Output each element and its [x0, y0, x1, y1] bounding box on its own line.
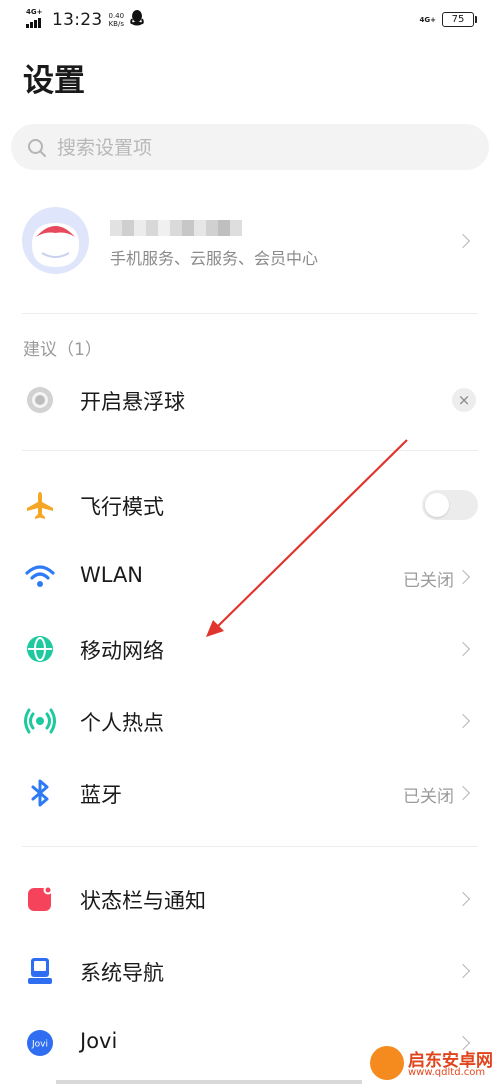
bluetooth-status: 已关闭	[403, 787, 454, 807]
clock: 13:23	[52, 10, 103, 30]
notification-icon	[24, 883, 56, 915]
search-bar[interactable]	[11, 124, 489, 172]
cellular-signal-icon: 4G+	[26, 9, 46, 31]
system-navigation-row[interactable]: 系统导航	[0, 940, 500, 1000]
status-bar-notification-label: 状态栏与通知	[80, 889, 206, 913]
close-icon[interactable]: ×	[452, 388, 476, 412]
divider	[22, 313, 478, 314]
search-icon	[27, 138, 47, 162]
chevron-right-icon	[455, 233, 471, 249]
account-card[interactable]: 手机服务、云服务、会员中心	[0, 190, 500, 300]
divider	[22, 450, 478, 451]
floating-ball-icon	[24, 384, 56, 416]
hotspot-icon	[24, 705, 56, 737]
system-navigation-label: 系统导航	[80, 961, 164, 985]
airplane-mode-row[interactable]: 飞行模式	[0, 474, 500, 534]
chevron-right-icon	[455, 641, 471, 657]
globe-icon	[24, 633, 56, 665]
suggestion-floating-ball[interactable]: 开启悬浮球 ×	[0, 369, 500, 429]
suggestion-label: 开启悬浮球	[80, 390, 185, 414]
wlan-label: WLAN	[80, 563, 144, 587]
watermark-logo-icon	[370, 1046, 404, 1080]
account-name-blurred	[110, 220, 242, 236]
airplane-mode-label: 飞行模式	[80, 495, 164, 519]
cellular-signal-right-icon: 4G+	[419, 15, 436, 24]
navigation-icon	[24, 955, 56, 987]
bluetooth-row[interactable]: 蓝牙 已关闭	[0, 762, 500, 822]
search-input[interactable]	[55, 124, 459, 172]
battery-icon: 75	[442, 12, 477, 27]
status-bar: 4G+ 13:23 0.40 KB/s 4G+ 75	[0, 0, 500, 40]
chevron-right-icon	[455, 713, 471, 729]
watermark-url: www.qdltd.com	[408, 1067, 486, 1078]
wlan-row[interactable]: WLAN 已关闭	[0, 546, 500, 606]
network-speed: 0.40 KB/s	[108, 12, 125, 28]
wlan-status: 已关闭	[403, 571, 454, 591]
wifi-icon	[24, 561, 56, 593]
qq-icon	[130, 10, 144, 30]
hotspot-row[interactable]: 个人热点	[0, 690, 500, 750]
status-left: 4G+ 13:23 0.40 KB/s	[26, 9, 144, 31]
jovi-label: Jovi	[80, 1029, 118, 1053]
mobile-network-row[interactable]: 移动网络	[0, 618, 500, 678]
suggestions-label: 建议（1）	[23, 340, 102, 360]
account-subtitle: 手机服务、云服务、会员中心	[110, 249, 319, 268]
chevron-right-icon	[455, 891, 471, 907]
page-title: 设置	[23, 63, 85, 99]
chevron-right-icon	[455, 963, 471, 979]
status-bar-notification-row[interactable]: 状态栏与通知	[0, 868, 500, 928]
airplane-mode-toggle[interactable]	[422, 490, 478, 520]
toggle-knob	[425, 493, 449, 517]
jovi-icon: Jovi	[24, 1027, 56, 1059]
chevron-right-icon	[455, 785, 471, 801]
airplane-icon	[24, 489, 56, 521]
status-right: 4G+ 75	[419, 12, 477, 27]
bottom-strip	[56, 1080, 362, 1084]
mobile-network-label: 移动网络	[80, 639, 164, 663]
divider	[22, 846, 478, 847]
svg-text:Jovi: Jovi	[31, 1040, 48, 1050]
bluetooth-label: 蓝牙	[80, 783, 122, 807]
avatar[interactable]	[22, 207, 89, 274]
chevron-right-icon	[455, 569, 471, 585]
watermark: 启东安卓网 www.qdltd.com	[368, 1040, 500, 1084]
bluetooth-icon	[24, 777, 56, 809]
hotspot-label: 个人热点	[80, 711, 164, 735]
